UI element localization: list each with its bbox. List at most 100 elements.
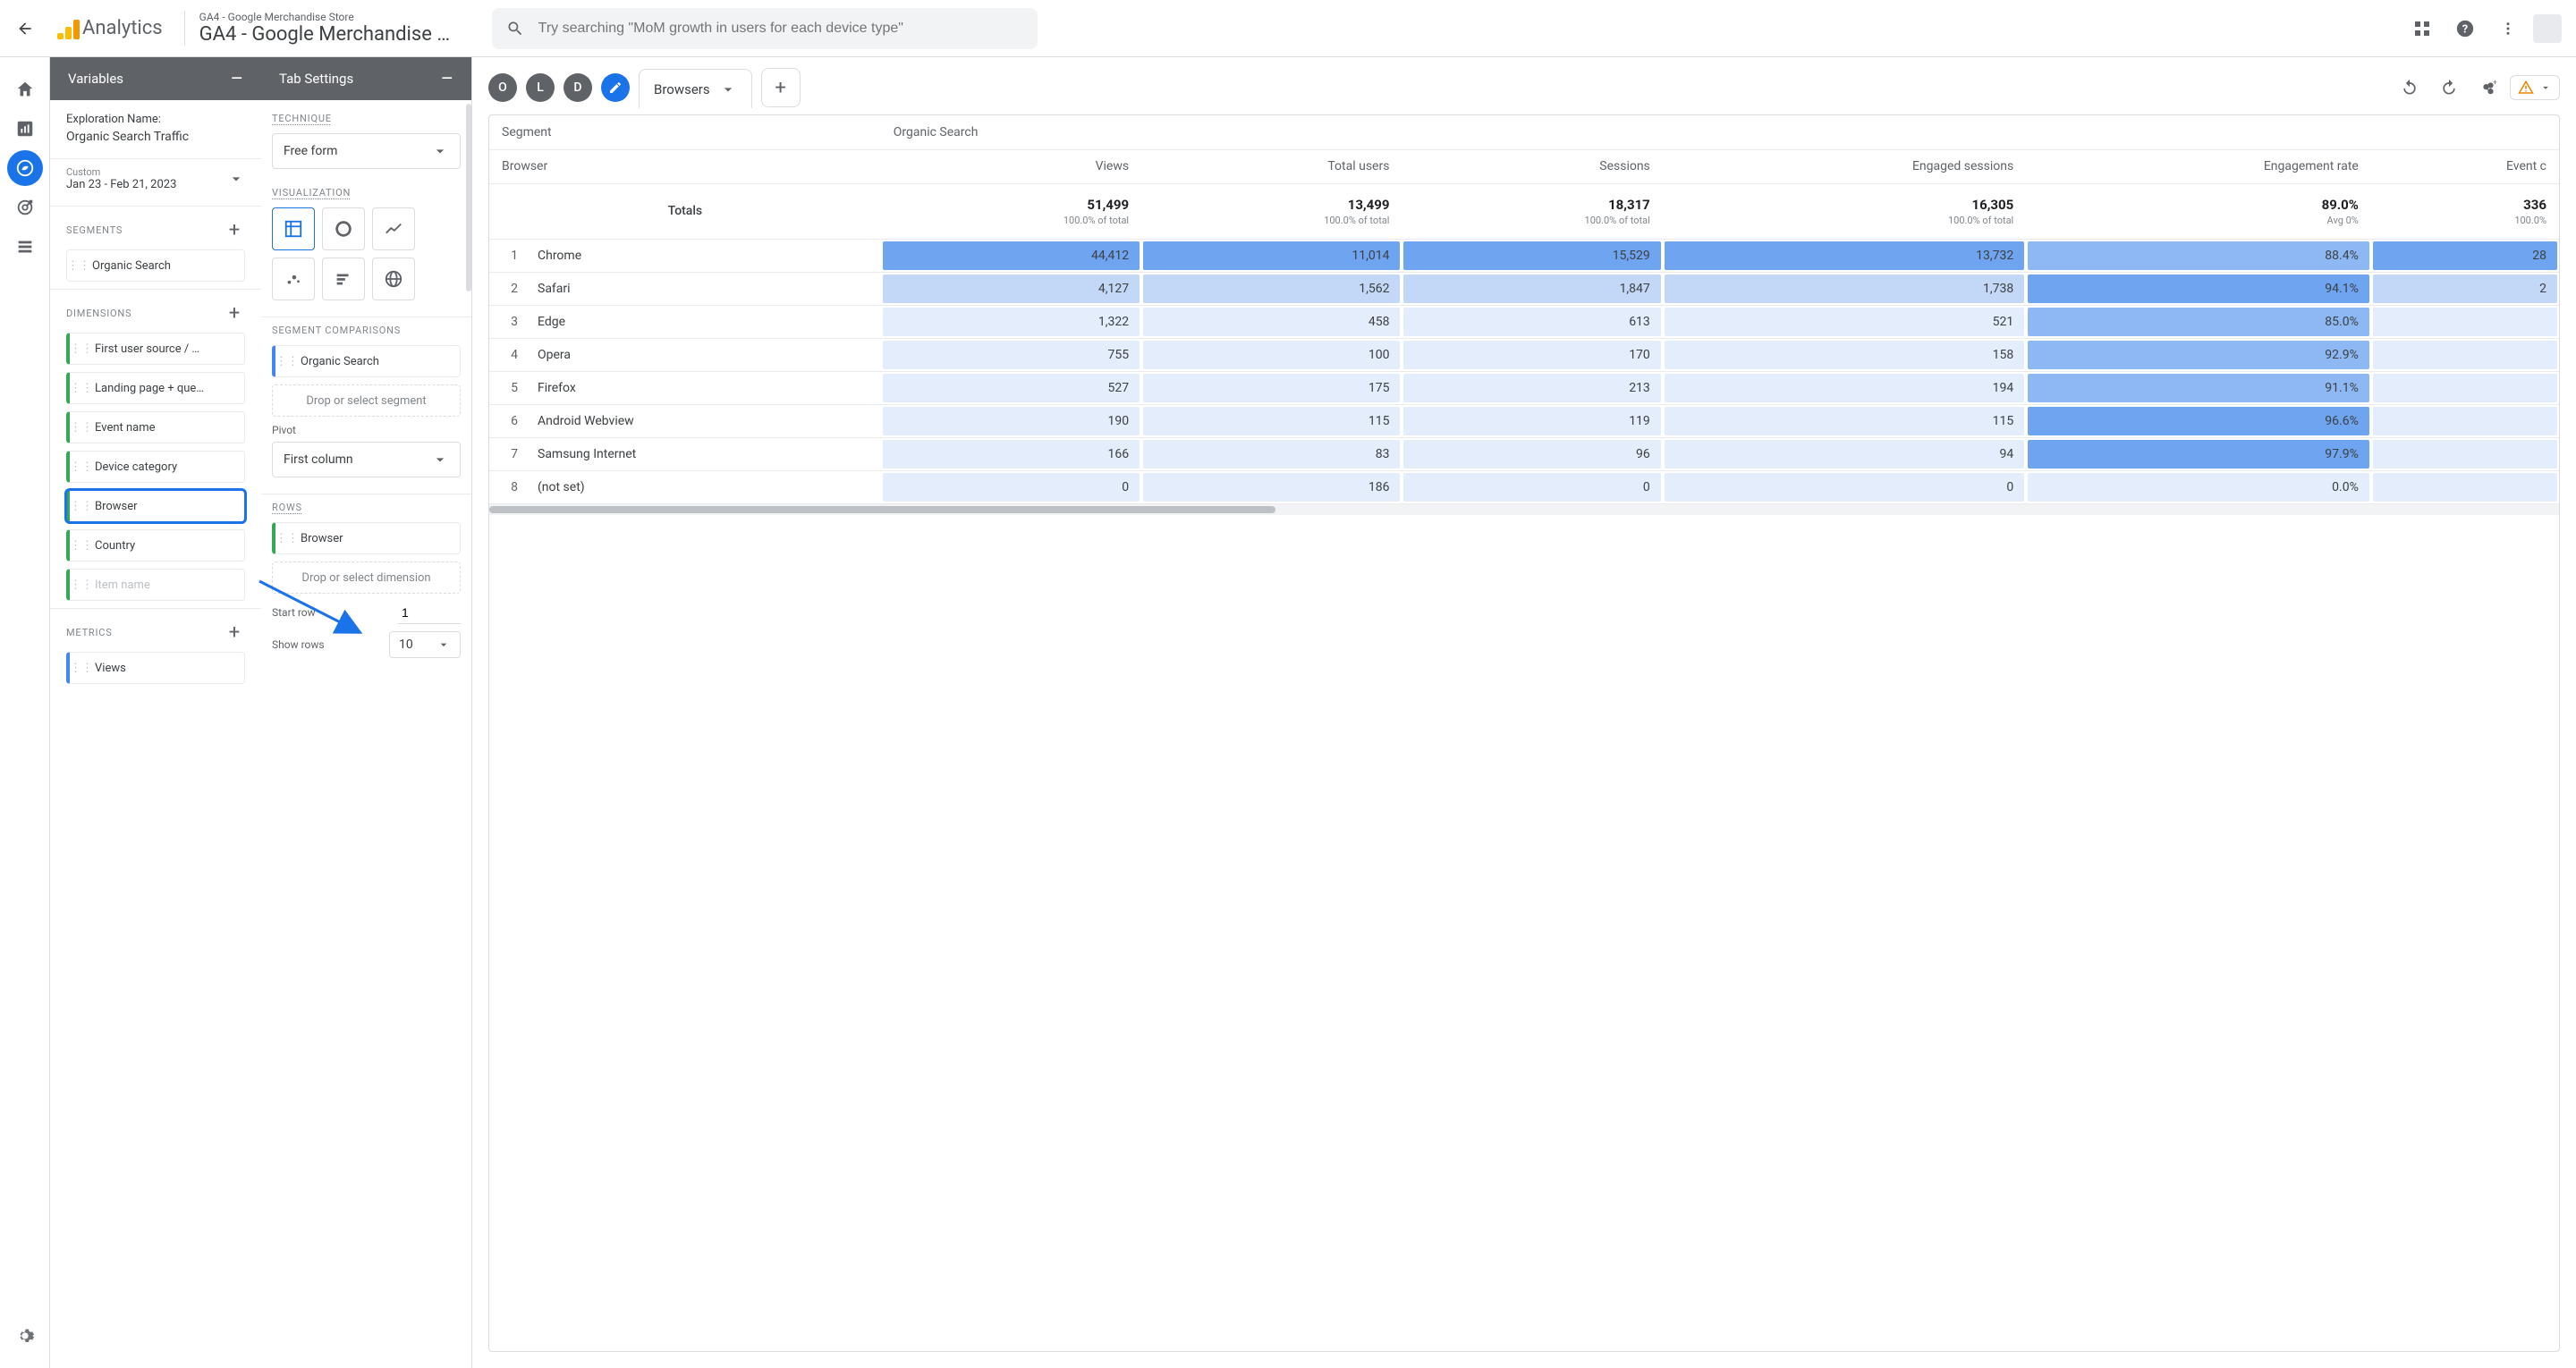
- bar-icon: [334, 269, 353, 289]
- rows-chip-browser[interactable]: ⋮⋮ Browser: [272, 522, 461, 554]
- table-row[interactable]: 1Chrome44,41211,01415,52913,73288.4%28: [489, 239, 2559, 272]
- totals-cell: 51,499100.0% of total: [881, 183, 1141, 239]
- viz-scatter[interactable]: [272, 258, 315, 300]
- date-range-picker[interactable]: Custom Jan 23 - Feb 21, 2023: [59, 159, 252, 198]
- metric-column-header[interactable]: Engaged sessions: [1663, 149, 2026, 183]
- viz-geo[interactable]: [372, 258, 415, 300]
- metrics-label: METRICS: [66, 627, 113, 638]
- dimension-chip[interactable]: ⋮⋮First user source / …: [66, 333, 245, 365]
- table-row[interactable]: 4Opera75510017015892.9%: [489, 338, 2559, 371]
- row-label: Firefox: [525, 371, 881, 404]
- viz-donut[interactable]: [322, 207, 365, 250]
- scrollbar[interactable]: [466, 104, 471, 291]
- viz-table[interactable]: [272, 207, 315, 250]
- share-icon: +: [2479, 79, 2497, 97]
- nav-reports[interactable]: [7, 111, 43, 147]
- logo[interactable]: Analytics: [50, 17, 170, 39]
- data-cell: 194: [1663, 371, 2026, 404]
- tab-avatar[interactable]: O: [488, 73, 517, 102]
- redo-icon: [2440, 79, 2458, 97]
- table-row[interactable]: 8(not set)0186000.0%: [489, 470, 2559, 503]
- more-icon[interactable]: [2490, 11, 2526, 46]
- viz-line[interactable]: [372, 207, 415, 250]
- dimension-chip[interactable]: ⋮⋮Item name: [66, 569, 245, 601]
- totals-cell: 89.0%Avg 0%: [2026, 183, 2371, 239]
- chevron-down-icon: [431, 451, 449, 469]
- technique-select[interactable]: Free form: [272, 133, 461, 169]
- nav-advertising[interactable]: [7, 190, 43, 225]
- table-row[interactable]: 7Samsung Internet16683969497.9%: [489, 437, 2559, 470]
- app-header: Analytics GA4 - Google Merchandise Store…: [0, 0, 2576, 57]
- pivot-select[interactable]: First column: [272, 442, 461, 477]
- table-row[interactable]: 5Firefox52717521319491.1%: [489, 371, 2559, 404]
- collapse-tabsettings-button[interactable]: –: [441, 68, 453, 90]
- collapse-variables-button[interactable]: –: [231, 68, 243, 90]
- segment-chip[interactable]: ⋮⋮Organic Search: [66, 249, 245, 282]
- data-cell: 13,732: [1663, 239, 2026, 272]
- metric-column-header[interactable]: Sessions: [1402, 149, 1662, 183]
- metric-chip[interactable]: ⋮⋮Views: [66, 652, 245, 684]
- tab-avatar[interactable]: D: [564, 73, 592, 102]
- table-row[interactable]: 2Safari4,1271,5621,8471,73894.1%2: [489, 272, 2559, 305]
- metric-column-header[interactable]: Views: [881, 149, 1141, 183]
- grip-icon: ⋮⋮: [75, 460, 88, 473]
- home-icon: [15, 80, 35, 99]
- nav-admin[interactable]: [7, 1318, 43, 1354]
- dimension-chip[interactable]: ⋮⋮Browser: [66, 490, 245, 522]
- add-dimension-button[interactable]: +: [224, 302, 245, 324]
- help-icon[interactable]: ?: [2447, 11, 2483, 46]
- drop-dimension[interactable]: Drop or select dimension: [272, 562, 461, 594]
- add-tab-button[interactable]: +: [761, 68, 801, 107]
- metric-column-header[interactable]: Engagement rate: [2026, 149, 2371, 183]
- drop-segment[interactable]: Drop or select segment: [272, 384, 461, 417]
- analytics-logo-icon: [57, 18, 79, 39]
- data-table: Segment Organic Search BrowserViewsTotal…: [488, 114, 2560, 1352]
- redo-button[interactable]: [2431, 70, 2467, 106]
- exploration-name[interactable]: Organic Search Traffic: [66, 130, 245, 144]
- sampling-warning[interactable]: [2510, 75, 2560, 100]
- property-title[interactable]: GA4 - Google Merchandise Store GA4 - Goo…: [184, 11, 470, 46]
- edit-tab-icon[interactable]: [601, 73, 630, 102]
- active-tab[interactable]: Browsers: [639, 69, 752, 108]
- metric-column-header[interactable]: Event c: [2371, 149, 2559, 183]
- data-cell: 0.0%: [2026, 470, 2371, 503]
- start-row-input[interactable]: [398, 602, 461, 624]
- horizontal-scrollbar[interactable]: [489, 504, 2559, 515]
- table-row[interactable]: 3Edge1,32245861352185.0%: [489, 305, 2559, 338]
- exploration-name-label: Exploration Name:: [66, 113, 245, 126]
- tab-settings-panel: Tab Settings – TECHNIQUE Free form VISUA…: [261, 57, 472, 1368]
- apps-icon[interactable]: [2404, 11, 2440, 46]
- undo-button[interactable]: [2392, 70, 2428, 106]
- dimension-chip[interactable]: ⋮⋮Landing page + que…: [66, 372, 245, 404]
- segment-chip-organic[interactable]: ⋮⋮ Organic Search: [272, 345, 461, 377]
- technique-label: TECHNIQUE: [272, 113, 461, 124]
- data-cell: 28: [2371, 239, 2559, 272]
- totals-cell: 13,499100.0% of total: [1141, 183, 1402, 239]
- search-input[interactable]: [538, 21, 1023, 37]
- back-button[interactable]: [7, 11, 43, 46]
- table-row[interactable]: 6Android Webview19011511911596.6%: [489, 404, 2559, 437]
- add-metric-button[interactable]: +: [224, 621, 245, 643]
- data-cell: 83: [1141, 437, 1402, 470]
- dimension-chip[interactable]: ⋮⋮Event name: [66, 411, 245, 443]
- data-cell: 2: [2371, 272, 2559, 305]
- viz-bar[interactable]: [322, 258, 365, 300]
- user-avatar[interactable]: [2533, 14, 2562, 43]
- show-rows-select[interactable]: 10: [389, 631, 461, 658]
- nav-configure[interactable]: [7, 229, 43, 265]
- visualization-label: VISUALIZATION: [272, 187, 461, 198]
- search-bar[interactable]: [492, 8, 1038, 49]
- dimension-chip[interactable]: ⋮⋮Device category: [66, 451, 245, 483]
- metric-column-header[interactable]: Total users: [1141, 149, 1402, 183]
- tab-avatar[interactable]: L: [526, 73, 555, 102]
- date-custom-label: Custom: [66, 166, 176, 178]
- data-cell: [2371, 371, 2559, 404]
- grip-icon: ⋮⋮: [75, 342, 88, 355]
- nav-explore[interactable]: [7, 150, 43, 186]
- dimension-column-header[interactable]: Browser: [489, 149, 881, 183]
- add-segment-button[interactable]: +: [224, 219, 245, 241]
- nav-home[interactable]: [7, 72, 43, 107]
- data-cell: 96: [1402, 437, 1662, 470]
- dimension-chip[interactable]: ⋮⋮Country: [66, 529, 245, 562]
- share-button[interactable]: +: [2470, 70, 2506, 106]
